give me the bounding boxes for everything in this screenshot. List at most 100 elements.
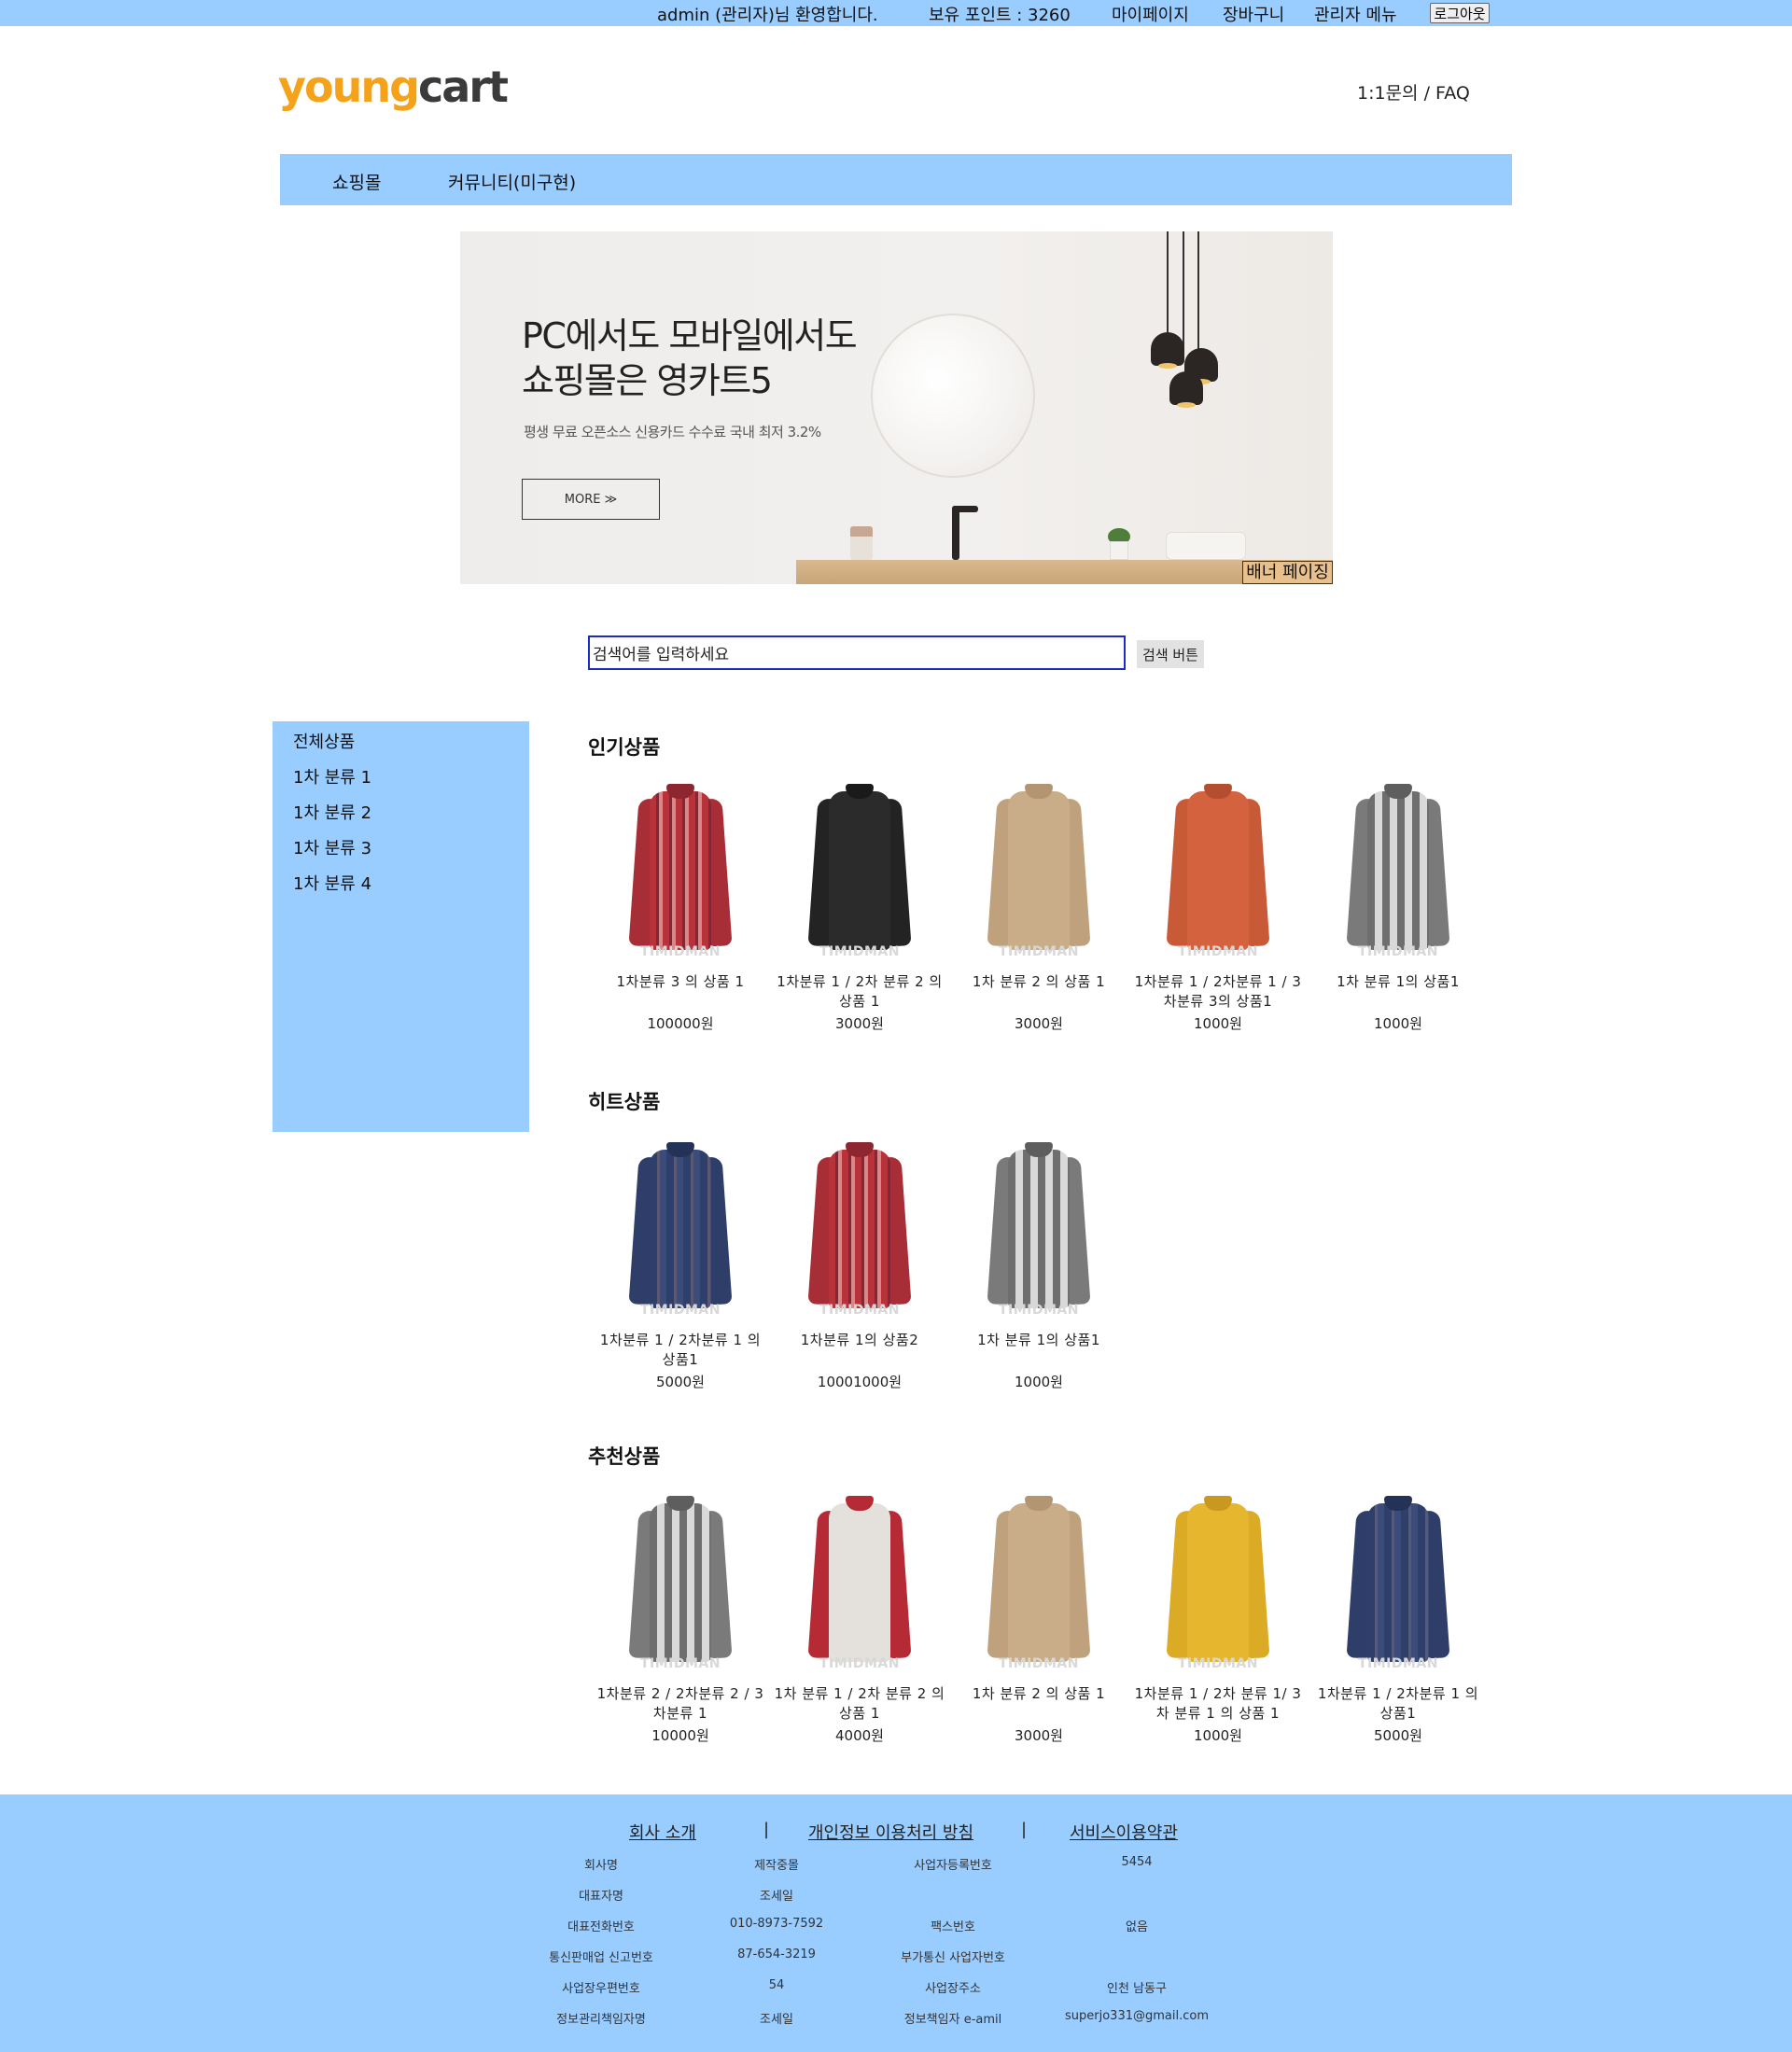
product-name[interactable]: 1차분류 2 / 2차분류 2 / 3차분류 1 [592,1684,769,1724]
product-name[interactable]: 1차분류 1 / 2차분류 1 / 3차분류 3의 상품1 [1129,972,1307,1012]
product-image[interactable]: TIMIDMAN [1309,1487,1487,1673]
shirt-image: TIMIDMAN [771,1133,948,1319]
product-image[interactable]: TIMIDMAN [1129,1487,1307,1673]
shirt-body [650,1150,711,1308]
product-price: 1000원 [1015,1374,1063,1390]
product-card[interactable]: TIMIDMAN 1차 분류 2 의 상품 1 3000원 [950,1487,1127,1745]
section-title-recommended: 추천상품 [588,1445,661,1468]
mirror-graphic [871,314,1035,478]
mypage-link[interactable]: 마이페이지 [1112,2,1189,26]
product-card[interactable]: TIMIDMAN 1차분류 1 / 2차분류 1 의 상품1 5000원 [592,1133,769,1391]
lamp-cord [1183,231,1184,353]
product-price: 3000원 [1015,1015,1063,1032]
site-logo[interactable]: youngcart [278,62,509,112]
product-image[interactable]: TIMIDMAN [592,1133,769,1319]
info-label: 정보관리책임자명 [556,2013,646,2027]
admin-menu-link[interactable]: 관리자 메뉴 [1314,2,1397,26]
sidebar-item-category-4[interactable]: 1차 분류 4 [293,871,371,895]
brand-watermark: TIMIDMAN [1177,944,1258,959]
logo-young: young [278,62,420,112]
info-label: 대표전화번호 [567,1920,635,1934]
brand-watermark: TIMIDMAN [1177,1656,1258,1671]
product-name[interactable]: 1차 분류 1의 상품1 [950,1331,1127,1370]
info-label: 사업장주소 [925,1982,981,1996]
product-name[interactable]: 1차분류 3 의 상품 1 [592,972,769,1012]
sidebar-item-category-3[interactable]: 1차 분류 3 [293,835,371,859]
info-value: 010-8973-7592 [729,1917,824,1931]
product-image[interactable]: TIMIDMAN [771,1487,948,1673]
product-image[interactable]: TIMIDMAN [950,1133,1127,1319]
product-image[interactable]: TIMIDMAN [1309,775,1487,961]
product-image[interactable]: TIMIDMAN [771,775,948,961]
search-input[interactable] [588,635,1126,670]
product-card[interactable]: TIMIDMAN 1차분류 3 의 상품 1 100000원 [592,775,769,1033]
product-card[interactable]: TIMIDMAN 1차분류 2 / 2차분류 2 / 3차분류 1 10000원 [592,1487,769,1745]
product-image[interactable]: TIMIDMAN [771,1133,948,1319]
footer-link-terms[interactable]: 서비스이용약관 [1070,1820,1178,1844]
main-banner[interactable]: PC에서도 모바일에서도 쇼핑몰은 영카트5 평생 무료 오픈소스 신용카드 수… [460,231,1333,584]
brand-watermark: TIMIDMAN [998,1303,1079,1318]
product-price: 5000원 [656,1374,705,1390]
main-nav: 쇼핑몰 커뮤니티(미구현) [280,154,1512,205]
sidebar-item-category-1[interactable]: 1차 분류 1 [293,764,371,789]
product-image[interactable]: TIMIDMAN [592,1487,769,1673]
product-name[interactable]: 1차분류 1의 상품2 [771,1331,948,1370]
product-card[interactable]: TIMIDMAN 1차 분류 1 / 2차 분류 2 의 상품 1 4000원 [771,1487,948,1745]
welcome-text: admin (관리자)님 환영합니다. [657,6,878,25]
plant-graphic [1106,528,1132,560]
cart-link[interactable]: 장바구니 [1223,2,1284,26]
info-value: 인천 남동구 [1107,1982,1167,1996]
search-button[interactable]: 검색 버튼 [1137,640,1204,668]
logout-button[interactable]: 로그아웃 [1430,3,1490,23]
product-card[interactable]: TIMIDMAN 1차분류 1 / 2차 분류 2 의 상품 1 3000원 [771,775,948,1033]
product-name[interactable]: 1차 분류 2 의 상품 1 [950,972,1127,1012]
nav-community[interactable]: 커뮤니티(미구현) [448,169,576,194]
product-name[interactable]: 1차분류 1 / 2차 분류 2 의 상품 1 [771,972,948,1012]
help-links: 1:1문의 / FAQ [1357,79,1470,105]
info-label: 대표자명 [579,1890,623,1904]
info-label: 팩스번호 [931,1920,975,1934]
product-price: 4000원 [835,1727,884,1744]
product-card[interactable]: TIMIDMAN 1차분류 1 / 2차분류 1 / 3차분류 3의 상품1 1… [1129,775,1307,1033]
info-value: 87-654-3219 [737,1947,816,1961]
shirt-body [829,1150,890,1308]
lamp-graphic [1151,332,1184,369]
footer-link-privacy[interactable]: 개인정보 이용처리 방침 [808,1820,973,1844]
product-image[interactable]: TIMIDMAN [950,775,1127,961]
product-card[interactable]: TIMIDMAN 1차분류 1 / 2차분류 1 의 상품1 5000원 [1309,1487,1487,1745]
faucet-graphic [952,506,959,560]
footer-link-about[interactable]: 회사 소개 [629,1820,696,1844]
product-card[interactable]: TIMIDMAN 1차 분류 1의 상품1 1000원 [950,1133,1127,1391]
product-name[interactable]: 1차분류 1 / 2차분류 1 의 상품1 [1309,1684,1487,1724]
sidebar-item-category-2[interactable]: 1차 분류 2 [293,800,371,824]
info-label: 회사명 [584,1859,618,1873]
sidebar-item-all[interactable]: 전체상품 [293,729,355,753]
banner-paging-button[interactable]: 배너 페이징 [1242,561,1333,584]
shirt-body [1187,791,1249,950]
brand-watermark: TIMIDMAN [1357,1656,1438,1671]
shirt-image: TIMIDMAN [1309,775,1487,961]
product-price: 1000원 [1194,1015,1242,1032]
product-image[interactable]: TIMIDMAN [592,775,769,961]
lamp-graphic [1169,371,1203,408]
product-card[interactable]: TIMIDMAN 1차분류 1의 상품2 10001000원 [771,1133,948,1391]
help-link[interactable]: 1:1문의 / FAQ [1357,83,1470,104]
banner-more-button[interactable]: MORE ≫ [522,479,660,520]
product-name[interactable]: 1차 분류 1 / 2차 분류 2 의 상품 1 [771,1684,948,1724]
product-name[interactable]: 1차 분류 1의 상품1 [1309,972,1487,1012]
shirt-body [829,791,890,950]
shirt-image: TIMIDMAN [1129,775,1307,961]
product-image[interactable]: TIMIDMAN [1129,775,1307,961]
product-card[interactable]: TIMIDMAN 1차 분류 2 의 상품 1 3000원 [950,775,1127,1033]
site-footer: 회사 소개 | 개인정보 이용처리 방침 | 서비스이용약관 회사명 제작중몰 … [0,1794,1792,2052]
product-card[interactable]: TIMIDMAN 1차분류 1 / 2차 분류 1/ 3차 분류 1 의 상품 … [1129,1487,1307,1745]
info-label: 사업장우편번호 [562,1982,640,1996]
info-label: 통신판매업 신고번호 [549,1951,653,1965]
product-name[interactable]: 1차분류 1 / 2차분류 1 의 상품1 [592,1331,769,1370]
product-image[interactable]: TIMIDMAN [950,1487,1127,1673]
product-name[interactable]: 1차분류 1 / 2차 분류 1/ 3차 분류 1 의 상품 1 [1129,1684,1307,1724]
product-name[interactable]: 1차 분류 2 의 상품 1 [950,1684,1127,1724]
product-card[interactable]: TIMIDMAN 1차 분류 1의 상품1 1000원 [1309,775,1487,1033]
top-bar: admin (관리자)님 환영합니다. 보유 포인트 : 3260 마이페이지 … [0,0,1792,26]
nav-shop[interactable]: 쇼핑몰 [332,169,381,194]
